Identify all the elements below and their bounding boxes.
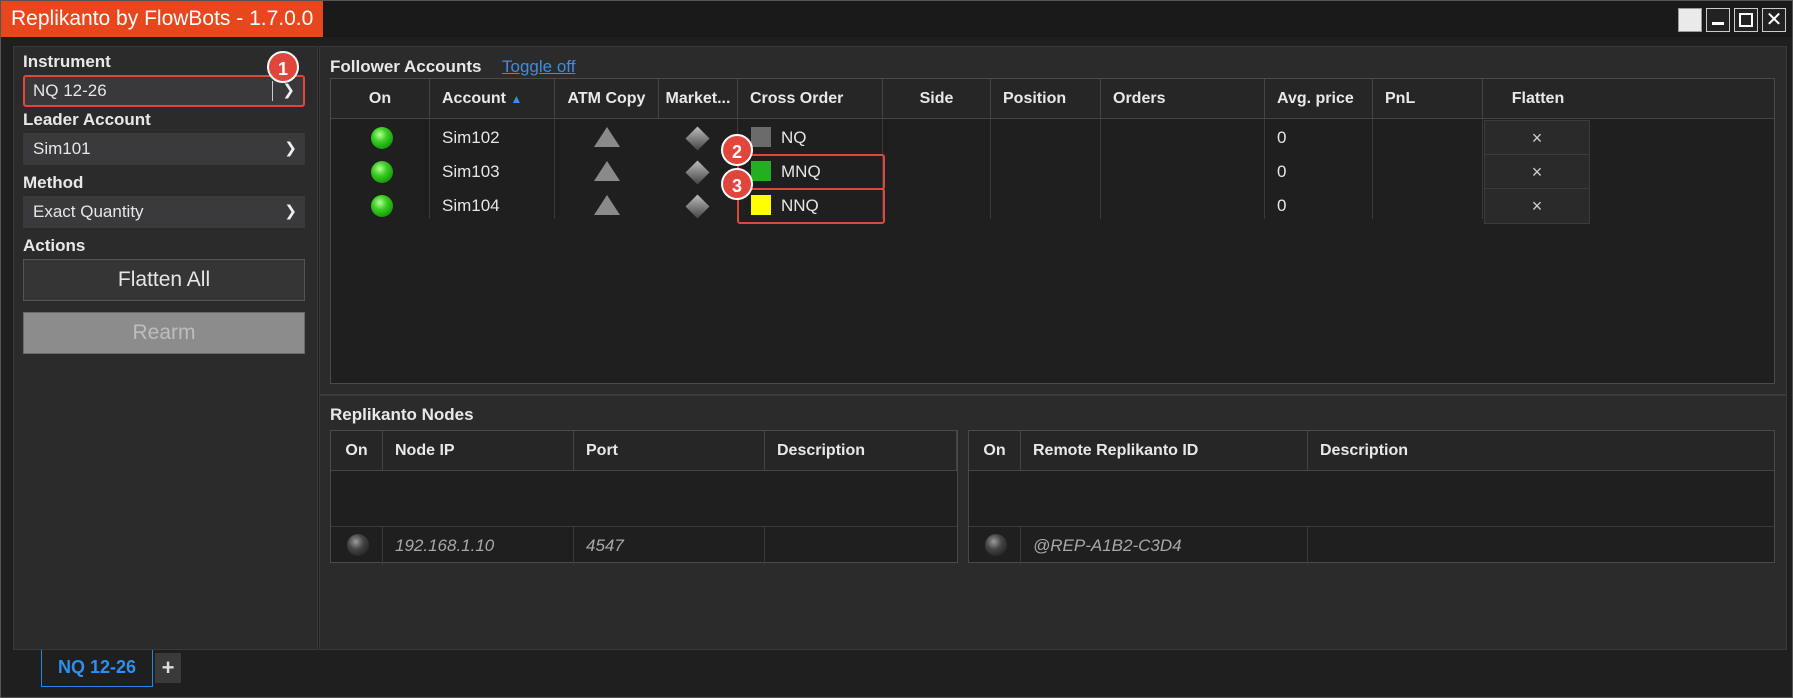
column-header-account[interactable]: Account ▲ xyxy=(430,79,555,119)
flatten-row-button[interactable]: × xyxy=(1484,154,1590,190)
method-value: Exact Quantity xyxy=(33,202,144,221)
avg-price-cell: 0 xyxy=(1277,162,1287,181)
atm-copy-toggle-icon[interactable] xyxy=(594,161,620,181)
column-header-node-ip[interactable]: Node IP xyxy=(383,431,574,471)
status-off-icon[interactable] xyxy=(347,534,369,556)
add-tab-button[interactable]: + xyxy=(155,653,181,683)
remote-id-input[interactable]: @REP-A1B2-C3D4 xyxy=(1021,527,1182,565)
minimize-button[interactable] xyxy=(1706,8,1730,32)
column-header-side[interactable]: Side xyxy=(883,79,991,119)
column-header-on[interactable]: On xyxy=(331,431,383,471)
status-on-icon[interactable] xyxy=(371,127,393,149)
section-divider[interactable] xyxy=(320,394,1786,396)
chevron-down-icon[interactable]: ❯ xyxy=(284,133,297,165)
callout-badge-1: 1 xyxy=(267,51,299,83)
maximize-icon xyxy=(1739,13,1753,27)
column-header-port[interactable]: Port xyxy=(574,431,765,471)
leader-account-value: Sim101 xyxy=(33,139,91,158)
description-input[interactable] xyxy=(1308,527,1768,565)
avg-price-cell: 0 xyxy=(1277,128,1287,147)
instrument-label: Instrument xyxy=(23,52,111,71)
market-toggle-icon[interactable] xyxy=(685,160,710,185)
status-on-icon[interactable] xyxy=(371,161,393,183)
main-panel: Follower Accounts Toggle off On Account … xyxy=(319,46,1787,650)
flatten-row-button[interactable]: × xyxy=(1484,120,1590,156)
table-row[interactable]: Sim102 NQ 0 × xyxy=(331,119,1774,157)
column-header-atm-copy[interactable]: ATM Copy xyxy=(555,79,659,119)
node-ip-input[interactable]: 192.168.1.10 xyxy=(383,527,494,565)
cross-order-swatch xyxy=(751,127,771,147)
status-on-icon[interactable] xyxy=(371,195,393,217)
description-input[interactable] xyxy=(765,527,955,565)
method-label: Method xyxy=(23,173,84,192)
tab-nq-12-26[interactable]: NQ 12-26 xyxy=(41,650,153,687)
app-window: Replikanto by FlowBots - 1.7.0.0 ✕ Instr… xyxy=(0,0,1793,698)
new-node-row[interactable]: 192.168.1.10 4547 xyxy=(331,526,957,565)
highlight-box-3 xyxy=(737,188,885,224)
follower-accounts-grid: On Account ▲ ATM Copy Market... Cross Or… xyxy=(330,78,1775,384)
callout-badge-2: 2 xyxy=(721,134,753,166)
atm-copy-toggle-icon[interactable] xyxy=(594,127,620,147)
leader-account-label: Leader Account xyxy=(23,110,151,129)
sort-ascending-icon: ▲ xyxy=(510,92,523,106)
window-controls: ✕ xyxy=(1678,8,1786,32)
grid-header: On Node IP Port Description xyxy=(331,431,957,471)
window-title: Replikanto by FlowBots - 1.7.0.0 xyxy=(1,1,324,37)
flatten-all-button[interactable]: Flatten All xyxy=(23,259,305,301)
method-select[interactable]: Exact Quantity ❯ xyxy=(23,196,305,228)
table-row[interactable]: Sim104 NNQ 0 × xyxy=(331,187,1774,225)
settings-panel: Instrument NQ 12-26 ❯ 1 Leader Account S… xyxy=(13,46,318,650)
grid-header: On Remote Replikanto ID Description xyxy=(969,431,1774,471)
account-cell: Sim104 xyxy=(442,196,500,215)
account-cell: Sim103 xyxy=(442,162,500,181)
maximize-button[interactable] xyxy=(1734,8,1758,32)
minimize-icon xyxy=(1712,22,1724,25)
avg-price-cell: 0 xyxy=(1277,196,1287,215)
instrument-value: NQ 12-26 xyxy=(33,81,107,100)
callout-badge-3: 3 xyxy=(721,168,753,200)
column-header-avg-price[interactable]: Avg. price xyxy=(1265,79,1373,119)
market-toggle-icon[interactable] xyxy=(685,126,710,151)
column-header-remote-id[interactable]: Remote Replikanto ID xyxy=(1021,431,1308,471)
port-input[interactable]: 4547 xyxy=(574,527,624,565)
column-header-cross-order[interactable]: Cross Order xyxy=(738,79,883,119)
atm-copy-toggle-icon[interactable] xyxy=(594,195,620,215)
close-button[interactable]: ✕ xyxy=(1762,8,1786,32)
chevron-down-icon[interactable]: ❯ xyxy=(284,196,297,228)
column-header-account-label: Account xyxy=(442,90,506,107)
combo-separator xyxy=(272,81,273,101)
replikanto-nodes-title: Replikanto Nodes xyxy=(330,405,474,424)
actions-label: Actions xyxy=(23,236,86,255)
cross-order-cell[interactable]: NQ xyxy=(769,119,807,157)
table-row[interactable]: Sim103 MNQ 0 × xyxy=(331,153,1774,191)
grid-header: On Account ▲ ATM Copy Market... Cross Or… xyxy=(331,79,1774,119)
column-header-on[interactable]: On xyxy=(969,431,1021,471)
column-header-pnl[interactable]: PnL xyxy=(1373,79,1483,119)
column-header-market[interactable]: Market... xyxy=(659,79,738,119)
title-bar[interactable]: Replikanto by FlowBots - 1.7.0.0 ✕ xyxy=(1,1,1792,37)
account-cell: Sim102 xyxy=(442,128,500,147)
new-remote-row[interactable]: @REP-A1B2-C3D4 xyxy=(969,526,1774,565)
leader-account-select[interactable]: Sim101 ❯ xyxy=(23,133,305,165)
column-header-position[interactable]: Position xyxy=(991,79,1101,119)
rearm-button[interactable]: Rearm xyxy=(23,312,305,354)
restore-icon[interactable] xyxy=(1678,8,1702,32)
remote-nodes-grid: On Remote Replikanto ID Description @REP… xyxy=(968,430,1775,565)
column-header-orders[interactable]: Orders xyxy=(1101,79,1265,119)
instrument-select[interactable]: NQ 12-26 ❯ xyxy=(23,75,305,107)
toggle-off-link[interactable]: Toggle off xyxy=(502,57,575,77)
market-toggle-icon[interactable] xyxy=(685,194,710,219)
flatten-row-button[interactable]: × xyxy=(1484,188,1590,224)
follower-accounts-title: Follower Accounts xyxy=(330,57,482,76)
column-header-description[interactable]: Description xyxy=(1308,431,1774,471)
close-icon: ✕ xyxy=(1765,9,1783,31)
column-header-on[interactable]: On xyxy=(331,79,430,119)
column-header-description[interactable]: Description xyxy=(765,431,957,471)
nodes-grid: On Node IP Port Description 192.168.1.10… xyxy=(330,430,958,565)
column-header-flatten[interactable]: Flatten xyxy=(1483,79,1593,119)
highlight-box-2 xyxy=(737,154,885,190)
status-off-icon[interactable] xyxy=(985,534,1007,556)
